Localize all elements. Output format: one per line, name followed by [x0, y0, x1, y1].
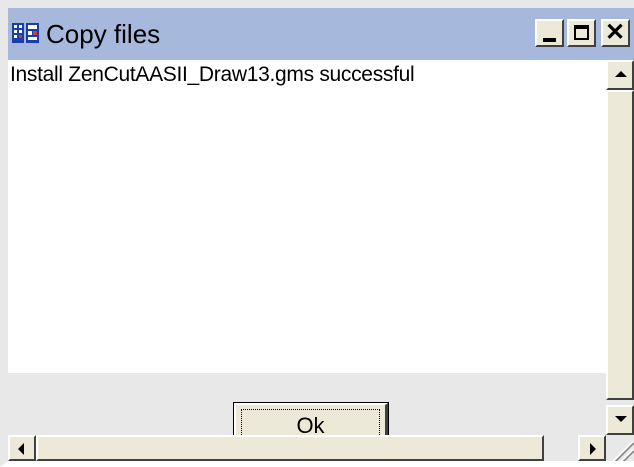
vertical-scrollbar[interactable]: [606, 60, 634, 435]
title-bar[interactable]: Copy files ✕: [8, 8, 634, 60]
scroll-right-button[interactable]: [578, 435, 606, 461]
status-message: Install ZenCutAASII_Draw13.gms successfu…: [10, 63, 415, 86]
close-icon: ✕: [605, 19, 626, 46]
scroll-down-button[interactable]: [606, 405, 634, 435]
arrow-up-icon: [615, 71, 627, 77]
arrow-down-icon: [615, 416, 627, 422]
arrow-left-icon: [18, 443, 24, 455]
vertical-scroll-thumb[interactable]: [606, 90, 634, 400]
scroll-left-button[interactable]: [8, 435, 36, 461]
app-icon: [12, 22, 40, 44]
message-area: Install ZenCutAASII_Draw13.gms successfu…: [8, 60, 606, 373]
close-button[interactable]: ✕: [601, 19, 630, 47]
ok-button[interactable]: Ok: [233, 402, 389, 438]
horizontal-scroll-thumb[interactable]: [36, 435, 544, 461]
scroll-up-button[interactable]: [606, 60, 634, 90]
maximize-button[interactable]: [567, 19, 596, 47]
window-title: Copy files: [46, 19, 161, 49]
button-panel: Ok: [8, 373, 606, 438]
minimize-icon: [543, 38, 556, 42]
minimize-button[interactable]: [535, 19, 564, 47]
resize-grip-icon: [612, 440, 634, 463]
arrow-right-icon: [590, 443, 596, 455]
maximize-icon: [574, 25, 589, 40]
size-grip[interactable]: [606, 435, 634, 463]
horizontal-scrollbar[interactable]: [8, 435, 606, 461]
